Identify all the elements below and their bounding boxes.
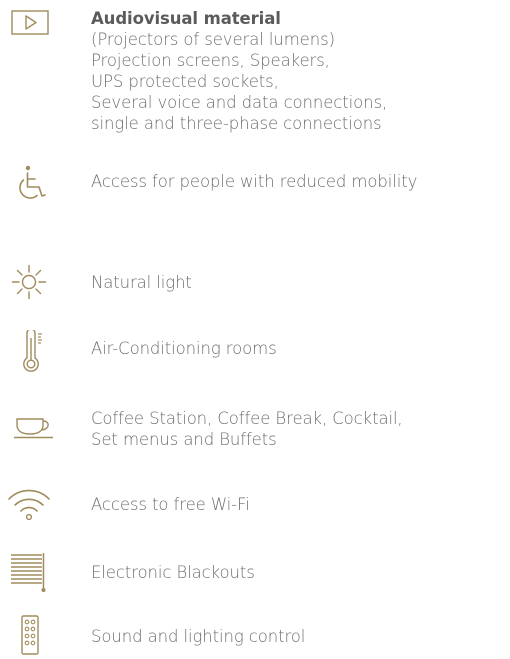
feature-label: Sound and lighting control: [91, 627, 306, 646]
blinds-icon: [10, 552, 52, 598]
feature-line: Several voice and data connections,: [91, 93, 388, 112]
feature-wifi: Access to free Wi-Fi: [0, 482, 510, 526]
feature-air-conditioning: Air-Conditioning rooms: [0, 328, 510, 378]
wheelchair-icon: [16, 165, 48, 205]
feature-sound-lighting: Sound and lighting control: [0, 614, 510, 657]
feature-title: Audiovisual material: [91, 9, 281, 28]
feature-line: UPS protected sockets,: [91, 72, 279, 91]
feature-natural-light: Natural light: [0, 262, 510, 302]
wifi-icon: [6, 486, 52, 526]
sun-icon: [11, 264, 47, 304]
feature-label: Access for people with reduced mobility: [91, 172, 418, 191]
feature-label: Electronic Blackouts: [91, 563, 255, 582]
feature-audiovisual: Audiovisual material (Projectors of seve…: [0, 0, 510, 160]
play-icon: [11, 10, 49, 40]
thermometer-icon: [22, 328, 46, 378]
coffee-cup-icon: [13, 417, 55, 443]
feature-label: Access to free Wi-Fi: [91, 495, 250, 514]
feature-label: Air-Conditioning rooms: [91, 339, 277, 358]
feature-line: Set menus and Buffets: [91, 430, 277, 449]
feature-line: single and three-phase connections: [91, 114, 382, 133]
feature-accessibility: Access for people with reduced mobility: [0, 160, 510, 210]
feature-label: Natural light: [91, 273, 192, 292]
feature-blackouts: Electronic Blackouts: [0, 550, 510, 595]
remote-control-icon: [21, 615, 43, 659]
feature-catering: Coffee Station, Coffee Break, Cocktail, …: [0, 400, 510, 470]
feature-line: Projection screens, Speakers,: [91, 51, 330, 70]
feature-line: (Projectors of several lumens): [91, 30, 335, 49]
feature-line: Coffee Station, Coffee Break, Cocktail,: [91, 409, 403, 428]
